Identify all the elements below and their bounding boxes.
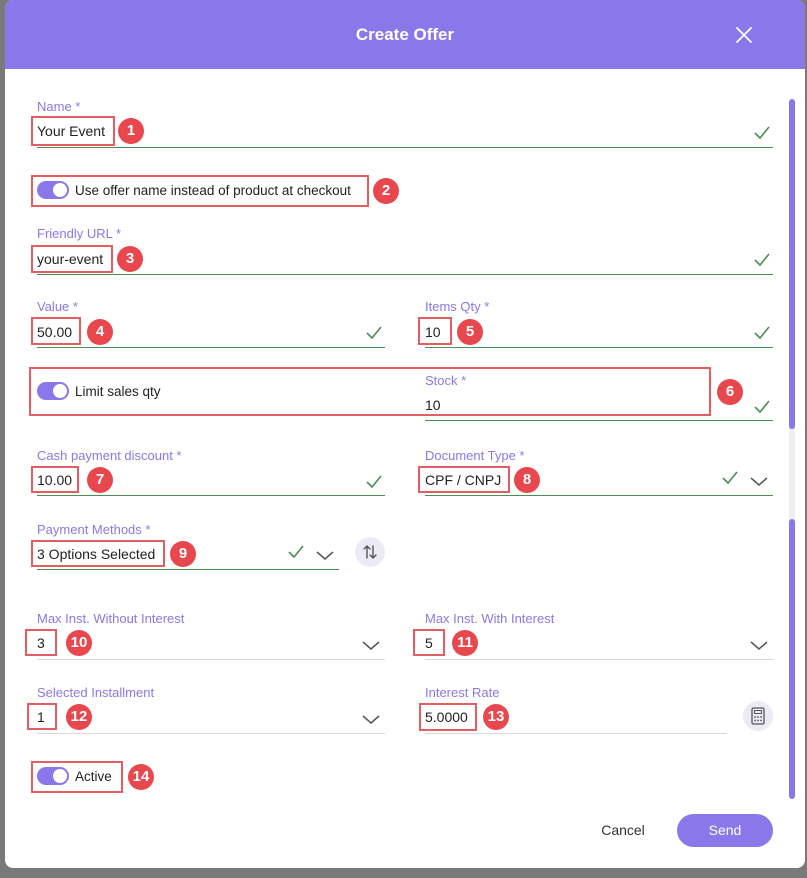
calculator-icon: [751, 707, 765, 725]
annotation-box-2: [31, 175, 369, 207]
annotation-badge-6: 6: [717, 379, 743, 405]
value-underline: [37, 347, 385, 348]
annotation-box-3: [31, 245, 113, 273]
annotation-badge-3: 3: [117, 246, 143, 272]
annotation-badge-9: 9: [170, 541, 196, 567]
payment-methods-underline: [37, 569, 339, 570]
calculator-button[interactable]: [743, 701, 773, 731]
check-icon: [754, 326, 770, 340]
annotation-badge-5: 5: [457, 319, 483, 345]
chevron-down-icon[interactable]: [749, 475, 769, 487]
chevron-down-icon[interactable]: [749, 639, 769, 651]
annotation-box-11: [413, 629, 445, 656]
scrollbar-thumb-lower[interactable]: [789, 519, 795, 799]
document-type-label: Document Type *: [425, 448, 525, 463]
close-icon: [736, 27, 752, 43]
check-icon: [366, 326, 382, 340]
annotation-box-10: [25, 629, 57, 656]
value-label: Value *: [37, 299, 78, 314]
annotation-box-5: [418, 317, 452, 345]
check-icon: [722, 471, 738, 485]
scrollbar-thumb-upper[interactable]: [789, 99, 795, 429]
interest-rate-label: Interest Rate: [425, 685, 500, 700]
annotation-box-12: [27, 703, 57, 730]
payment-methods-label: Payment Methods *: [37, 522, 151, 537]
dialog-header: Create Offer: [5, 0, 805, 69]
annotation-badge-2: 2: [373, 178, 399, 204]
document-type-underline: [425, 495, 773, 496]
cancel-button[interactable]: Cancel: [587, 815, 659, 845]
annotation-badge-1: 1: [118, 118, 144, 144]
selected-installment-underline: [37, 733, 385, 734]
max-inst-without-label: Max Inst. Without Interest: [37, 611, 185, 626]
max-inst-with-underline: [425, 659, 773, 660]
create-offer-dialog: Create Offer Name * Your Event 1 Use off…: [5, 0, 805, 868]
chevron-down-icon[interactable]: [315, 549, 335, 561]
friendly-url-underline: [37, 274, 773, 275]
cash-discount-underline: [37, 495, 385, 496]
annotation-badge-4: 4: [87, 319, 113, 345]
chevron-down-icon[interactable]: [361, 713, 381, 725]
annotation-box-4: [31, 317, 81, 345]
dialog-title: Create Offer: [355, 25, 455, 44]
annotation-box-8: [418, 466, 510, 493]
items-qty-underline: [425, 347, 773, 348]
items-qty-label: Items Qty *: [425, 299, 490, 314]
selected-installment-label: Selected Installment: [37, 685, 155, 700]
annotation-badge-11: 11: [452, 630, 478, 656]
stock-underline: [425, 420, 773, 421]
annotation-box-9: [31, 540, 165, 567]
max-inst-with-label: Max Inst. With Interest: [425, 611, 555, 626]
interest-rate-underline: [425, 733, 727, 734]
dialog-body: Name * Your Event 1 Use offer name inste…: [5, 69, 805, 868]
sort-arrows-icon: [363, 545, 377, 559]
annotation-box-6: [29, 367, 711, 416]
cash-discount-label: Cash payment discount *: [37, 448, 182, 463]
annotation-badge-14: 14: [128, 764, 154, 790]
send-button[interactable]: Send: [677, 814, 773, 847]
close-button[interactable]: [733, 24, 755, 46]
scrollbar-track[interactable]: [789, 99, 795, 799]
name-underline: [37, 147, 773, 148]
annotation-box-13: [419, 703, 477, 731]
check-icon: [754, 126, 770, 140]
check-icon: [754, 400, 770, 414]
check-icon: [754, 253, 770, 267]
annotation-box-14: [31, 761, 123, 793]
chevron-down-icon[interactable]: [361, 639, 381, 651]
friendly-url-label: Friendly URL *: [37, 226, 122, 241]
annotation-badge-7: 7: [87, 467, 113, 493]
annotation-badge-8: 8: [514, 467, 540, 493]
annotation-badge-12: 12: [66, 704, 92, 730]
max-inst-without-underline: [37, 659, 385, 660]
sort-button[interactable]: [355, 537, 385, 567]
annotation-box-7: [31, 466, 79, 493]
check-icon: [366, 475, 382, 489]
name-label: Name *: [37, 99, 81, 114]
check-icon: [288, 545, 304, 559]
annotation-badge-13: 13: [483, 704, 509, 730]
annotation-badge-10: 10: [66, 630, 92, 656]
annotation-box-1: [31, 116, 115, 146]
